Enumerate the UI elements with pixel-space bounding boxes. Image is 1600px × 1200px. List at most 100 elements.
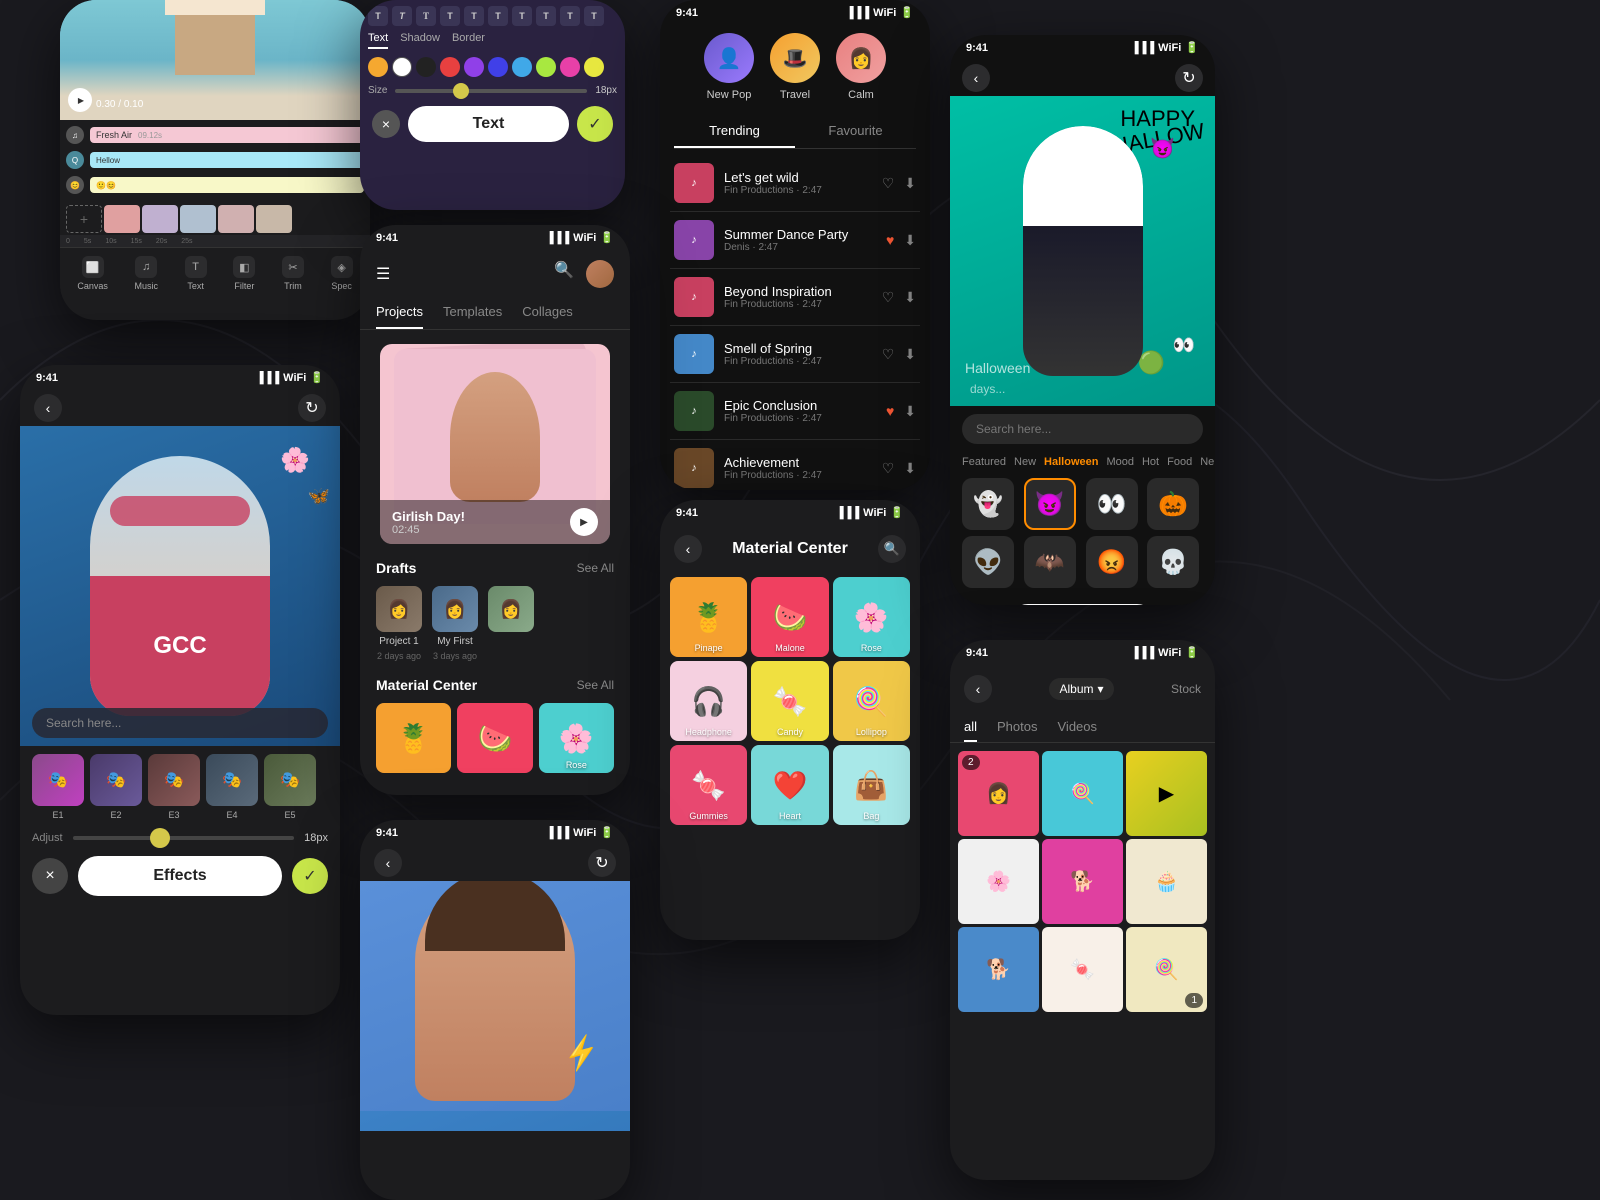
back-button-9[interactable]: ‹: [374, 849, 402, 877]
sticker-alien[interactable]: 👽: [962, 536, 1014, 588]
adjust-slider[interactable]: [73, 836, 295, 840]
tab-border[interactable]: Border: [452, 32, 485, 49]
cat-featured[interactable]: Featured: [962, 456, 1006, 468]
sticker-ghost[interactable]: 👻: [962, 478, 1014, 530]
material-2[interactable]: 🍉: [457, 703, 532, 773]
like-button-6[interactable]: ♡: [882, 460, 895, 477]
toolbar-trim[interactable]: ✂ Trim: [282, 256, 304, 291]
clip-3[interactable]: [180, 205, 216, 233]
music-item-2[interactable]: ♪ Summer Dance Party Denis · 2:47 ♥ ⬇: [670, 212, 920, 269]
toolbar-spec[interactable]: ◈ Spec: [331, 256, 353, 291]
toolbar-text[interactable]: T Text: [185, 256, 207, 291]
toolbar-music[interactable]: ♫ Music: [135, 256, 159, 291]
sticker-pumpkin[interactable]: 🎃: [1147, 478, 1199, 530]
download-button-6[interactable]: ⬇: [904, 460, 916, 477]
font-t7[interactable]: T: [512, 6, 532, 26]
clip-5[interactable]: [256, 205, 292, 233]
like-button-4[interactable]: ♡: [882, 346, 895, 363]
stickers-button[interactable]: Stickers: [1008, 604, 1157, 605]
draft-1[interactable]: 👩 Project 1 2 days ago: [376, 586, 422, 661]
cat-hot[interactable]: Hot: [1142, 456, 1159, 468]
toolbar-filter[interactable]: ◧ Filter: [233, 256, 255, 291]
material-1[interactable]: 🍍: [376, 703, 451, 773]
music-item-6[interactable]: ♪ Achievement Fin Productions · 2:47 ♡ ⬇: [670, 440, 920, 490]
search-icon-5[interactable]: 🔍: [554, 260, 574, 288]
like-button-5[interactable]: ♥: [886, 403, 894, 419]
back-button-7[interactable]: ‹: [962, 64, 990, 92]
color-lightblue[interactable]: [512, 57, 532, 77]
search-box[interactable]: Search here...: [32, 708, 328, 738]
cat-newpop[interactable]: 👤 New Pop: [704, 33, 754, 101]
draft-2[interactable]: 👩 My First 3 days ago: [432, 586, 478, 661]
download-button-3[interactable]: ⬇: [904, 289, 916, 306]
draft-3[interactable]: 👩: [488, 586, 534, 661]
photo-8[interactable]: 🍬: [1042, 927, 1123, 1012]
cat-mood[interactable]: Mood: [1106, 456, 1134, 468]
size-slider[interactable]: [395, 89, 587, 93]
mat-malone[interactable]: 🍉 Malone: [751, 577, 828, 657]
mat-gummies[interactable]: 🍬 Gummies: [670, 745, 747, 825]
photo-2[interactable]: 🍭: [1042, 751, 1123, 836]
font-t3[interactable]: T: [416, 6, 436, 26]
photo-7[interactable]: 🐕: [958, 927, 1039, 1012]
album-selector[interactable]: Album ▾: [1049, 678, 1113, 700]
color-red[interactable]: [440, 57, 460, 77]
add-clip-button[interactable]: +: [66, 205, 102, 233]
featured-card[interactable]: Girlish Day! 02:45 ▶: [380, 344, 610, 544]
back-button-4[interactable]: ‹: [34, 394, 62, 422]
confirm-button[interactable]: ✓: [577, 106, 613, 142]
card-play-button[interactable]: ▶: [570, 508, 598, 536]
refresh-button-9[interactable]: ↻: [588, 849, 616, 877]
download-button-5[interactable]: ⬇: [904, 403, 916, 420]
cat-more[interactable]: Ne: [1200, 456, 1214, 468]
tab-videos[interactable]: Videos: [1058, 713, 1098, 742]
tab-text[interactable]: Text: [368, 32, 388, 49]
color-purple[interactable]: [464, 57, 484, 77]
back-button-6[interactable]: ‹: [674, 535, 702, 563]
sticker-search[interactable]: Search here...: [962, 414, 1203, 444]
search-button-6[interactable]: 🔍: [878, 535, 906, 563]
tab-photos[interactable]: Photos: [997, 713, 1037, 742]
mat-bag[interactable]: 👜 Bag: [833, 745, 910, 825]
sticker-angry[interactable]: 😡: [1086, 536, 1138, 588]
font-t9[interactable]: T: [560, 6, 580, 26]
music-item-4[interactable]: ♪ Smell of Spring Fin Productions · 2:47…: [670, 326, 920, 383]
confirm-button-4[interactable]: ✓: [292, 858, 328, 894]
sticker-skull[interactable]: 💀: [1147, 536, 1199, 588]
cancel-button-4[interactable]: ×: [32, 858, 68, 894]
font-t8[interactable]: T: [536, 6, 556, 26]
font-t10[interactable]: T: [584, 6, 604, 26]
cat-food[interactable]: Food: [1167, 456, 1192, 468]
refresh-button-4[interactable]: ↻: [298, 394, 326, 422]
effect-e4[interactable]: 🎭 E4: [206, 754, 258, 820]
sticker-devil[interactable]: 😈: [1024, 478, 1076, 530]
download-button-4[interactable]: ⬇: [904, 346, 916, 363]
music-item-5[interactable]: ♪ Epic Conclusion Fin Productions · 2:47…: [670, 383, 920, 440]
download-button-1[interactable]: ⬇: [904, 175, 916, 192]
tab-trending[interactable]: Trending: [674, 115, 795, 148]
photo-3[interactable]: ▶: [1126, 751, 1207, 836]
effect-e5[interactable]: 🎭 E5: [264, 754, 316, 820]
avatar[interactable]: [586, 260, 614, 288]
effect-e1[interactable]: 🎭 E1: [32, 754, 84, 820]
mat-heart[interactable]: ❤️ Heart: [751, 745, 828, 825]
mat-rose[interactable]: 🌸 Rose: [833, 577, 910, 657]
mat-headphone[interactable]: 🎧 Headphone: [670, 661, 747, 741]
track-item-3[interactable]: 😊 🙂😊: [66, 174, 364, 196]
tab-all[interactable]: all: [964, 713, 977, 742]
cat-new[interactable]: New: [1014, 456, 1036, 468]
see-all-drafts[interactable]: See All: [577, 561, 614, 575]
tab-favourite[interactable]: Favourite: [795, 115, 916, 148]
like-button-2[interactable]: ♥: [886, 232, 894, 248]
download-button-2[interactable]: ⬇: [904, 232, 916, 249]
toolbar-canvas[interactable]: ⬜ Canvas: [77, 256, 108, 291]
font-t4[interactable]: T: [440, 6, 460, 26]
track-item-2[interactable]: Q Hellow: [66, 149, 364, 171]
mat-candy[interactable]: 🍬 Candy: [751, 661, 828, 741]
color-black[interactable]: [416, 57, 436, 77]
font-t2[interactable]: T: [392, 6, 412, 26]
cat-calm[interactable]: 👩 Calm: [836, 33, 886, 101]
color-blue[interactable]: [488, 57, 508, 77]
cat-halloween[interactable]: Halloween: [1044, 456, 1098, 468]
menu-icon[interactable]: ☰: [376, 264, 390, 284]
